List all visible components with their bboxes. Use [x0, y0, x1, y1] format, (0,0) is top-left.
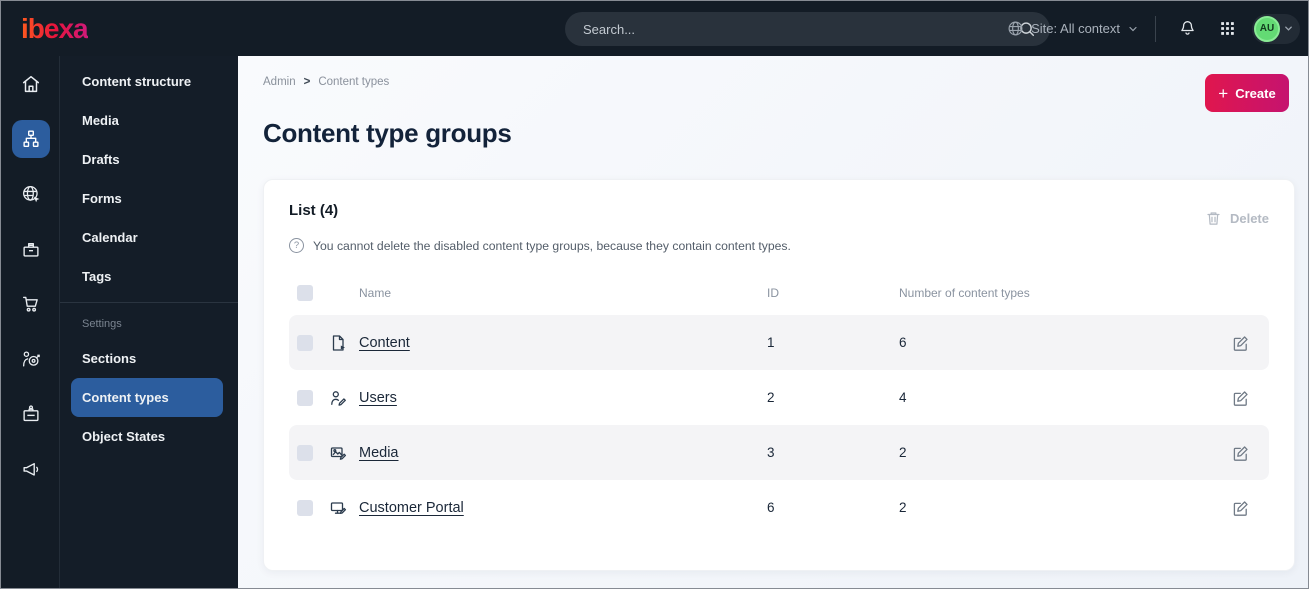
edit-button[interactable] — [1231, 389, 1271, 407]
content-file-icon — [329, 334, 359, 352]
edit-button[interactable] — [1231, 334, 1271, 352]
sidebar: Content structure Media Drafts Forms Cal… — [60, 56, 238, 588]
group-id: 1 — [767, 335, 775, 350]
bell-icon — [1177, 18, 1198, 39]
group-id: 2 — [767, 390, 775, 405]
site-globe-icon — [12, 175, 50, 213]
sidebar-item-tags[interactable]: Tags — [60, 257, 238, 296]
topbar-right-cluster: Site: All context AU — [1007, 1, 1300, 56]
rail-item-corporate[interactable] — [1, 386, 60, 441]
edit-button[interactable] — [1231, 499, 1271, 517]
personalization-target-icon — [12, 340, 50, 378]
column-header-name: Name — [359, 286, 392, 300]
create-button-label: Create — [1235, 85, 1276, 101]
group-id: 6 — [767, 500, 775, 515]
column-header-id: ID — [767, 286, 779, 300]
sidebar-item-media[interactable]: Media — [60, 101, 238, 140]
help-icon: ? — [289, 238, 304, 253]
icon-rail — [1, 56, 60, 588]
table-row: Customer Portal 6 2 — [289, 480, 1269, 535]
page-title: Content type groups — [263, 118, 512, 148]
sidebar-item-object-states[interactable]: Object States — [60, 417, 238, 456]
info-text: You cannot delete the disabled content t… — [313, 238, 791, 253]
group-count: 2 — [899, 500, 907, 515]
chevron-down-icon — [1127, 23, 1139, 35]
sidebar-item-sections[interactable]: Sections — [60, 339, 238, 378]
app-window: ibexa Site: All context — [0, 0, 1309, 589]
global-search[interactable] — [565, 12, 1050, 46]
site-context-label: Site: All context — [1031, 21, 1120, 36]
content-structure-icon — [11, 119, 50, 158]
delete-button[interactable]: Delete — [1205, 210, 1269, 227]
users-icon — [329, 389, 359, 407]
rail-item-site[interactable] — [1, 166, 60, 221]
rail-item-commerce[interactable] — [1, 276, 60, 331]
sidebar-divider — [60, 302, 238, 303]
trash-icon — [1205, 210, 1222, 227]
notifications-button[interactable] — [1172, 14, 1202, 44]
breadcrumb-admin-link[interactable]: Admin — [263, 76, 296, 88]
topbar-divider — [1155, 15, 1156, 42]
customer-portal-monitor-icon — [329, 499, 359, 517]
ibexa-logo: ibexa — [21, 12, 89, 44]
delete-button-label: Delete — [1229, 211, 1269, 226]
content-type-groups-card: List (4) Delete ? You cannot delete the … — [263, 179, 1295, 571]
create-button[interactable]: + Create — [1205, 74, 1289, 112]
group-name-link[interactable]: Customer Portal — [359, 500, 767, 516]
shopping-cart-icon — [12, 285, 50, 323]
group-name-link[interactable]: Users — [359, 390, 767, 406]
info-line: ? You cannot delete the disabled content… — [289, 238, 1269, 253]
plus-icon: + — [1218, 83, 1229, 103]
column-header-count: Number of content types — [899, 286, 1030, 300]
card-header: List (4) Delete — [289, 202, 1269, 227]
search-input[interactable] — [583, 21, 1018, 37]
row-checkbox[interactable] — [297, 499, 313, 516]
chevron-down-icon — [1283, 23, 1294, 34]
table-row: Content 1 6 — [289, 315, 1269, 370]
table-row: Users 2 4 — [289, 370, 1269, 425]
group-count: 2 — [899, 445, 907, 460]
app-switcher-button[interactable] — [1212, 14, 1242, 44]
sidebar-item-drafts[interactable]: Drafts — [60, 140, 238, 179]
group-count: 6 — [899, 335, 907, 350]
edit-button[interactable] — [1231, 444, 1271, 462]
main-content: Admin > Content types + Create Content t… — [238, 56, 1308, 588]
corporate-badge-icon — [12, 395, 50, 433]
group-name-link[interactable]: Media — [359, 445, 767, 461]
sidebar-section-label: Settings — [82, 318, 122, 330]
products-icon — [12, 230, 50, 268]
breadcrumb-current: Content types — [318, 76, 390, 88]
grid-icon — [1218, 19, 1237, 38]
list-title: List (4) — [289, 202, 339, 219]
table-header: Name ID Number of content types — [289, 271, 1269, 315]
rail-item-marketing[interactable] — [1, 441, 60, 496]
group-name-link[interactable]: Content — [359, 335, 767, 351]
row-checkbox[interactable] — [297, 444, 313, 461]
rail-item-products[interactable] — [1, 221, 60, 276]
sidebar-item-content-types[interactable]: Content types — [71, 378, 223, 417]
megaphone-icon — [12, 450, 50, 488]
rail-item-personalization[interactable] — [1, 331, 60, 386]
group-count: 4 — [899, 390, 907, 405]
user-menu[interactable]: AU — [1252, 13, 1300, 44]
select-all-checkbox[interactable] — [297, 285, 313, 301]
rail-item-content[interactable] — [1, 111, 60, 166]
top-bar: ibexa Site: All context — [1, 1, 1308, 56]
rail-item-dashboard[interactable] — [1, 56, 60, 111]
sidebar-item-calendar[interactable]: Calendar — [60, 218, 238, 257]
table-row: Media 3 2 — [289, 425, 1269, 480]
avatar: AU — [1254, 15, 1280, 42]
site-context-selector[interactable]: Site: All context — [1007, 20, 1139, 37]
media-image-icon — [329, 444, 359, 462]
breadcrumb: Admin > Content types — [263, 76, 389, 88]
breadcrumb-separator: > — [303, 76, 311, 88]
row-checkbox[interactable] — [297, 389, 313, 406]
sidebar-item-forms[interactable]: Forms — [60, 179, 238, 218]
group-id: 3 — [767, 445, 775, 460]
globe-icon — [1007, 20, 1024, 37]
home-icon — [12, 65, 50, 103]
row-checkbox[interactable] — [297, 334, 313, 351]
sidebar-item-content-structure[interactable]: Content structure — [60, 62, 238, 101]
